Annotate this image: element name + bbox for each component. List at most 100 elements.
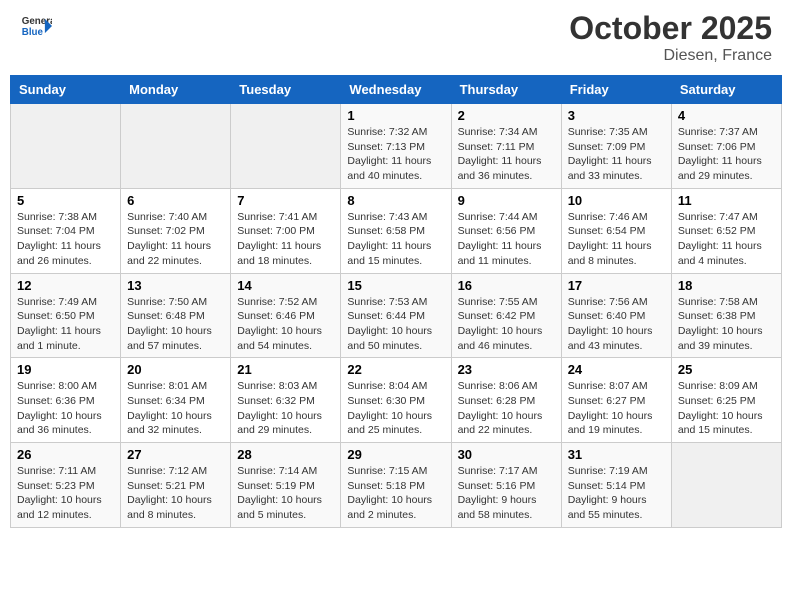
day-number: 30 [458,447,555,462]
calendar-cell: 31 Sunrise: 7:19 AM Sunset: 5:14 PM Dayli… [561,443,671,528]
weekday-header-friday: Friday [561,76,671,104]
day-info: Sunrise: 7:43 AM Sunset: 6:58 PM Dayligh… [347,210,444,269]
day-number: 1 [347,108,444,123]
day-info: Sunrise: 7:49 AM Sunset: 6:50 PM Dayligh… [17,295,114,354]
day-info: Sunrise: 7:17 AM Sunset: 5:16 PM Dayligh… [458,464,555,523]
day-info: Sunrise: 7:44 AM Sunset: 6:56 PM Dayligh… [458,210,555,269]
day-info: Sunrise: 8:03 AM Sunset: 6:32 PM Dayligh… [237,379,334,438]
calendar-cell: 28 Sunrise: 7:14 AM Sunset: 5:19 PM Dayli… [231,443,341,528]
title-block: October 2025 Diesen, France [569,10,772,65]
day-number: 11 [678,193,775,208]
day-number: 28 [237,447,334,462]
calendar-cell: 16Sunrise: 7:55 AM Sunset: 6:42 PM Dayli… [451,273,561,358]
day-number: 3 [568,108,665,123]
day-info: Sunrise: 7:46 AM Sunset: 6:54 PM Dayligh… [568,210,665,269]
day-info: Sunrise: 7:56 AM Sunset: 6:40 PM Dayligh… [568,295,665,354]
day-number: 25 [678,362,775,377]
calendar-table: SundayMondayTuesdayWednesdayThursdayFrid… [10,75,782,528]
day-info: Sunrise: 7:38 AM Sunset: 7:04 PM Dayligh… [17,210,114,269]
weekday-header-tuesday: Tuesday [231,76,341,104]
day-info: Sunrise: 7:19 AM Sunset: 5:14 PM Dayligh… [568,464,665,523]
day-number: 20 [127,362,224,377]
day-number: 22 [347,362,444,377]
day-number: 26 [17,447,114,462]
calendar-cell: 7 Sunrise: 7:41 AM Sunset: 7:00 PM Daylig… [231,188,341,273]
location-title: Diesen, France [569,47,772,65]
calendar-cell: 2 Sunrise: 7:34 AM Sunset: 7:11 PM Daylig… [451,104,561,189]
day-number: 10 [568,193,665,208]
weekday-header-saturday: Saturday [671,76,781,104]
day-info: Sunrise: 7:40 AM Sunset: 7:02 PM Dayligh… [127,210,224,269]
day-number: 29 [347,447,444,462]
day-number: 8 [347,193,444,208]
day-info: Sunrise: 7:47 AM Sunset: 6:52 PM Dayligh… [678,210,775,269]
day-number: 19 [17,362,114,377]
week-row-3: 12 Sunrise: 7:49 AM Sunset: 6:50 PM Dayli… [11,273,782,358]
calendar-cell: 13Sunrise: 7:50 AM Sunset: 6:48 PM Dayli… [121,273,231,358]
calendar-cell: 14Sunrise: 7:52 AM Sunset: 6:46 PM Dayli… [231,273,341,358]
calendar-cell: 9Sunrise: 7:44 AM Sunset: 6:56 PM Daylig… [451,188,561,273]
calendar-cell [121,104,231,189]
day-number: 7 [237,193,334,208]
calendar-cell: 19 Sunrise: 8:00 AM Sunset: 6:36 PM Dayli… [11,358,121,443]
calendar-cell: 23 Sunrise: 8:06 AM Sunset: 6:28 PM Dayli… [451,358,561,443]
week-row-4: 19 Sunrise: 8:00 AM Sunset: 6:36 PM Dayli… [11,358,782,443]
day-number: 31 [568,447,665,462]
calendar-cell: 21Sunrise: 8:03 AM Sunset: 6:32 PM Dayli… [231,358,341,443]
weekday-header-thursday: Thursday [451,76,561,104]
day-info: Sunrise: 8:07 AM Sunset: 6:27 PM Dayligh… [568,379,665,438]
calendar-cell: 10 Sunrise: 7:46 AM Sunset: 6:54 PM Dayli… [561,188,671,273]
calendar-cell: 17 Sunrise: 7:56 AM Sunset: 6:40 PM Dayli… [561,273,671,358]
day-info: Sunrise: 7:11 AM Sunset: 5:23 PM Dayligh… [17,464,114,523]
calendar-cell: 15 Sunrise: 7:53 AM Sunset: 6:44 PM Dayli… [341,273,451,358]
day-info: Sunrise: 7:41 AM Sunset: 7:00 PM Dayligh… [237,210,334,269]
day-info: Sunrise: 7:50 AM Sunset: 6:48 PM Dayligh… [127,295,224,354]
week-row-1: 1 Sunrise: 7:32 AM Sunset: 7:13 PM Daylig… [11,104,782,189]
weekday-header-wednesday: Wednesday [341,76,451,104]
weekday-header-sunday: Sunday [11,76,121,104]
month-title: October 2025 [569,10,772,47]
day-info: Sunrise: 7:34 AM Sunset: 7:11 PM Dayligh… [458,125,555,184]
day-info: Sunrise: 8:09 AM Sunset: 6:25 PM Dayligh… [678,379,775,438]
calendar-cell: 12 Sunrise: 7:49 AM Sunset: 6:50 PM Dayli… [11,273,121,358]
day-number: 16 [458,278,555,293]
calendar-cell: 8 Sunrise: 7:43 AM Sunset: 6:58 PM Daylig… [341,188,451,273]
logo-icon: General Blue [20,10,52,42]
day-number: 5 [17,193,114,208]
day-info: Sunrise: 8:00 AM Sunset: 6:36 PM Dayligh… [17,379,114,438]
day-number: 23 [458,362,555,377]
day-number: 6 [127,193,224,208]
calendar-cell: 4Sunrise: 7:37 AM Sunset: 7:06 PM Daylig… [671,104,781,189]
week-row-2: 5 Sunrise: 7:38 AM Sunset: 7:04 PM Daylig… [11,188,782,273]
day-number: 27 [127,447,224,462]
weekday-header-monday: Monday [121,76,231,104]
day-info: Sunrise: 7:12 AM Sunset: 5:21 PM Dayligh… [127,464,224,523]
day-info: Sunrise: 8:06 AM Sunset: 6:28 PM Dayligh… [458,379,555,438]
day-info: Sunrise: 7:52 AM Sunset: 6:46 PM Dayligh… [237,295,334,354]
day-info: Sunrise: 7:53 AM Sunset: 6:44 PM Dayligh… [347,295,444,354]
svg-text:Blue: Blue [22,27,44,38]
day-info: Sunrise: 7:58 AM Sunset: 6:38 PM Dayligh… [678,295,775,354]
calendar-cell: 6 Sunrise: 7:40 AM Sunset: 7:02 PM Daylig… [121,188,231,273]
day-info: Sunrise: 7:35 AM Sunset: 7:09 PM Dayligh… [568,125,665,184]
day-info: Sunrise: 7:15 AM Sunset: 5:18 PM Dayligh… [347,464,444,523]
calendar-cell [671,443,781,528]
day-info: Sunrise: 8:04 AM Sunset: 6:30 PM Dayligh… [347,379,444,438]
calendar-cell: 27 Sunrise: 7:12 AM Sunset: 5:21 PM Dayli… [121,443,231,528]
week-row-5: 26 Sunrise: 7:11 AM Sunset: 5:23 PM Dayli… [11,443,782,528]
day-number: 12 [17,278,114,293]
page-header: General Blue October 2025 Diesen, France [10,10,782,65]
day-number: 2 [458,108,555,123]
calendar-cell: 29 Sunrise: 7:15 AM Sunset: 5:18 PM Dayli… [341,443,451,528]
calendar-cell: 22 Sunrise: 8:04 AM Sunset: 6:30 PM Dayli… [341,358,451,443]
day-number: 17 [568,278,665,293]
calendar-cell: 30 Sunrise: 7:17 AM Sunset: 5:16 PM Dayli… [451,443,561,528]
day-number: 15 [347,278,444,293]
day-info: Sunrise: 7:14 AM Sunset: 5:19 PM Dayligh… [237,464,334,523]
calendar-cell: 24Sunrise: 8:07 AM Sunset: 6:27 PM Dayli… [561,358,671,443]
day-info: Sunrise: 8:01 AM Sunset: 6:34 PM Dayligh… [127,379,224,438]
calendar-cell: 1 Sunrise: 7:32 AM Sunset: 7:13 PM Daylig… [341,104,451,189]
calendar-cell: 11 Sunrise: 7:47 AM Sunset: 6:52 PM Dayli… [671,188,781,273]
calendar-cell: 20 Sunrise: 8:01 AM Sunset: 6:34 PM Dayli… [121,358,231,443]
day-info: Sunrise: 7:32 AM Sunset: 7:13 PM Dayligh… [347,125,444,184]
